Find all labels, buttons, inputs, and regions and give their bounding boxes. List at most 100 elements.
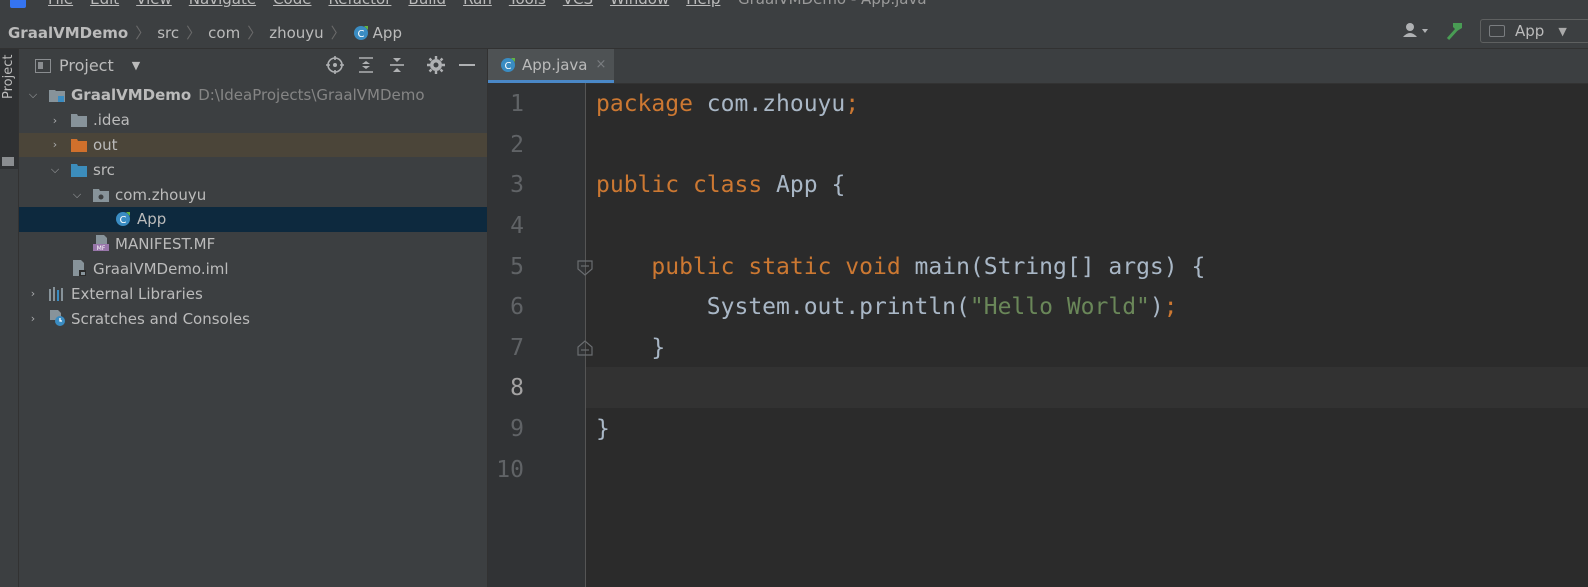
svg-text:C: C (357, 29, 364, 40)
tree-item-path: D:\IdeaProjects\GraalVMDemo (198, 86, 425, 105)
menu-bar: File Edit View Navigate Code Refactor Bu… (0, 0, 1588, 14)
line-number: 4 (510, 213, 524, 239)
menu-navigate[interactable]: Navigate (189, 0, 256, 8)
code-text: com.zhouyu (692, 91, 846, 117)
project-panel-title: Project (59, 56, 114, 75)
keyword: static (748, 254, 832, 280)
tree-item-label: Scratches and Consoles (71, 309, 250, 328)
chevron-down-icon[interactable]: ⌵ (71, 188, 83, 202)
intellij-logo-icon (10, 0, 26, 8)
folder-icon (71, 113, 87, 128)
minimize-icon[interactable] (457, 55, 477, 75)
menu-run[interactable]: Run (463, 0, 492, 8)
breadcrumb-separator-icon: 〉 (186, 24, 202, 42)
chevron-right-icon[interactable]: › (27, 287, 39, 300)
line-number: 5 (510, 254, 524, 280)
run-config-label: App (1515, 22, 1545, 40)
line-number: 3 (510, 172, 524, 198)
tree-item-scratches[interactable]: › Scratches and Consoles (19, 306, 487, 331)
hammer-icon[interactable] (1444, 19, 1466, 43)
code-text: App { (762, 172, 846, 198)
tree-item-app[interactable]: C App (19, 206, 487, 232)
menu-edit[interactable]: Edit (90, 0, 119, 8)
close-icon[interactable]: × (596, 57, 607, 72)
project-view-selector[interactable]: Project ▼ (35, 56, 140, 75)
code-line-1: package com.zhouyu; (596, 91, 859, 117)
code-text: main(String[] args) { (900, 254, 1206, 280)
tree-item-src[interactable]: ⌵ src (19, 157, 487, 182)
breadcrumb-com[interactable]: com (208, 24, 240, 42)
tree-item-out[interactable]: › out (19, 132, 487, 158)
tool-window-stripe: Project (0, 49, 19, 587)
excluded-folder-icon (71, 138, 87, 152)
navigation-bar: GraalVMDemo 〉 src 〉 com 〉 zhouyu 〉 C App … (0, 14, 1588, 49)
chevron-right-icon[interactable]: › (27, 312, 39, 325)
package-icon (93, 188, 109, 202)
code-area[interactable]: package com.zhouyu; public class App { p… (586, 83, 1588, 587)
project-panel-toolbar: Project ▼ (19, 49, 487, 83)
expand-all-icon[interactable] (356, 55, 376, 75)
run-configuration-dropdown[interactable]: App ▼ (1480, 19, 1588, 43)
line-number: 7 (510, 335, 524, 361)
current-line-highlight (586, 367, 1588, 408)
breadcrumb-project[interactable]: GraalVMDemo (8, 24, 128, 42)
code-text: System.out.println( (706, 294, 970, 320)
chevron-right-icon[interactable]: › (49, 114, 61, 127)
menu-vcs[interactable]: VCS (563, 0, 593, 8)
chevron-down-icon[interactable]: ⌵ (49, 163, 61, 177)
module-folder-icon (49, 88, 65, 103)
string-literal: "Hello World" (969, 294, 1150, 320)
manifest-icon: MF (93, 235, 109, 252)
tree-item-idea[interactable]: › .idea (19, 108, 487, 133)
code-line-3: public class App { (596, 172, 845, 198)
project-tree: ⌵ GraalVMDemo D:\IdeaProjects\GraalVMDem… (19, 83, 487, 331)
project-view-icon (35, 58, 51, 73)
tree-item-graalvmdemo[interactable]: ⌵ GraalVMDemo D:\IdeaProjects\GraalVMDem… (19, 83, 487, 108)
breadcrumb: GraalVMDemo 〉 src 〉 com 〉 zhouyu 〉 C App (8, 22, 402, 43)
project-tool-tab[interactable]: Project (0, 49, 18, 169)
code-line-5: public static void main(String[] args) { (596, 254, 1205, 280)
tree-item-iml[interactable]: GraalVMDemo.iml (19, 257, 487, 282)
menu-refactor[interactable]: Refactor (328, 0, 391, 8)
tab-app-java[interactable]: C App.java × (488, 49, 614, 83)
tree-item-label: src (93, 160, 115, 179)
menu-file[interactable]: File (48, 0, 73, 8)
tree-item-com-zhouyu[interactable]: ⌵ com.zhouyu (19, 182, 487, 207)
tab-label: App.java (522, 55, 588, 74)
breadcrumb-app[interactable]: C App (353, 24, 402, 42)
line-number: 9 (510, 416, 524, 442)
user-icon[interactable] (1400, 19, 1432, 43)
locate-icon[interactable] (325, 55, 345, 75)
keyword: class (692, 172, 763, 198)
window-title: GraalVMDemo - App.java (738, 0, 927, 8)
tree-item-manifest[interactable]: MF MANIFEST.MF (19, 232, 487, 257)
tree-item-label: MANIFEST.MF (115, 235, 216, 254)
menu-window[interactable]: Window (610, 0, 669, 8)
keyword: public (596, 172, 680, 198)
menu-build[interactable]: Build (408, 0, 446, 8)
gear-icon[interactable] (426, 55, 446, 75)
menu-view[interactable]: View (136, 0, 172, 8)
breadcrumb-separator-icon: 〉 (135, 24, 151, 42)
svg-text:C: C (505, 61, 512, 72)
iml-file-icon (71, 259, 87, 276)
line-number-gutter[interactable]: 1 2 3 4 5 6 7 8 9 10 (488, 83, 593, 587)
tree-item-external-libraries[interactable]: › External Libraries (19, 281, 487, 306)
chevron-down-icon[interactable]: ⌵ (27, 88, 39, 102)
breadcrumb-separator-icon: 〉 (330, 24, 346, 42)
chevron-right-icon[interactable]: › (49, 138, 61, 151)
menu-code[interactable]: Code (273, 0, 311, 8)
breadcrumb-zhouyu[interactable]: zhouyu (269, 24, 323, 42)
menu-help[interactable]: Help (686, 0, 720, 8)
project-panel: Project ▼ ⌵ GraalVMDemo D:\IdeaProjects\… (19, 49, 488, 587)
tree-item-label: out (93, 135, 118, 154)
menu-tools[interactable]: Tools (509, 0, 546, 8)
breadcrumb-src[interactable]: src (157, 24, 179, 42)
scratches-icon (49, 309, 65, 326)
keyword: void (845, 254, 901, 280)
breadcrumb-app-label: App (372, 23, 402, 42)
menu-items: File Edit View Navigate Code Refactor Bu… (48, 0, 720, 8)
folder-icon (2, 157, 14, 166)
tree-item-label: .idea (93, 111, 130, 130)
collapse-all-icon[interactable] (387, 55, 407, 75)
